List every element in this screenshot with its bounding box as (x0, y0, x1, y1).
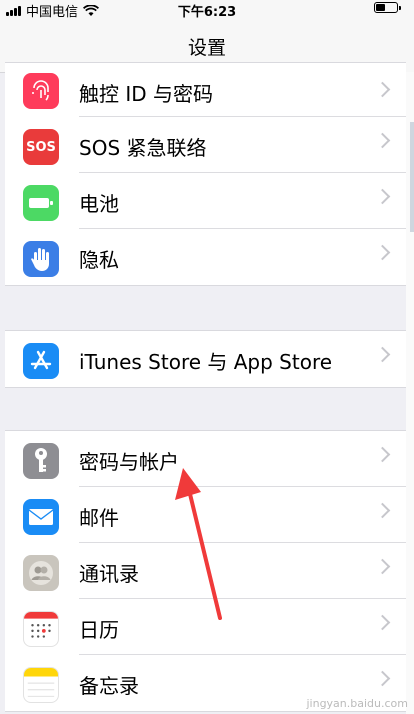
settings-row-sos[interactable]: SOS SOS 紧急联络 (5, 117, 406, 173)
settings-row-touch-id[interactable]: 触控 ID 与密码 (5, 63, 406, 117)
settings-group-accounts: 密码与帐户 邮件 通讯录 日历 备忘录 (5, 430, 406, 712)
hand-icon (23, 241, 59, 277)
chevron-right-icon (374, 346, 391, 363)
settings-group-store: iTunes Store 与 App Store (5, 330, 406, 388)
settings-row-mail[interactable]: 邮件 (5, 487, 406, 543)
chevron-right-icon (374, 558, 391, 575)
settings-row-battery[interactable]: 电池 (5, 173, 406, 229)
calendar-icon (23, 611, 59, 647)
settings-row-calendar[interactable]: 日历 (5, 599, 406, 655)
key-icon (23, 443, 59, 479)
battery-status-icon (374, 2, 401, 13)
settings-row-passwords-accounts[interactable]: 密码与帐户 (5, 431, 406, 487)
chevron-right-icon (374, 614, 391, 631)
chevron-right-icon (374, 670, 391, 687)
app-store-icon (23, 343, 59, 379)
right-edge-accent (410, 122, 414, 232)
contacts-icon (23, 555, 59, 591)
page-title: 设置 (187, 37, 226, 59)
settings-row-label: 邮件 (79, 506, 119, 530)
status-bar: 中国电信 下午6:23 (0, 0, 414, 20)
chevron-right-icon (374, 244, 391, 261)
chevron-right-icon (374, 188, 391, 205)
notes-icon (23, 667, 59, 703)
settings-row-label: 日历 (79, 618, 119, 642)
fingerprint-icon (23, 73, 59, 109)
sos-icon: SOS (23, 129, 59, 165)
settings-row-contacts[interactable]: 通讯录 (5, 543, 406, 599)
settings-row-label: 隐私 (79, 248, 119, 272)
settings-row-label: 备忘录 (79, 674, 139, 698)
settings-group-security: 触控 ID 与密码 SOS SOS 紧急联络 电池 隐私 (5, 62, 406, 286)
chevron-right-icon (374, 132, 391, 149)
settings-row-app-store[interactable]: iTunes Store 与 App Store (5, 331, 406, 387)
battery-icon (23, 185, 59, 221)
chevron-right-icon (374, 502, 391, 519)
right-edge-strip (406, 72, 414, 714)
settings-row-privacy[interactable]: 隐私 (5, 229, 406, 285)
settings-row-label: 密码与帐户 (79, 450, 179, 474)
sos-icon-text: SOS (26, 139, 56, 155)
chevron-right-icon (374, 446, 391, 463)
settings-row-label: 通讯录 (79, 562, 139, 586)
mail-icon (23, 499, 59, 535)
settings-row-label: 电池 (79, 192, 119, 216)
settings-row-label: iTunes Store 与 App Store (79, 350, 333, 374)
settings-row-label: SOS 紧急联络 (79, 136, 207, 160)
chevron-right-icon (374, 81, 391, 98)
settings-row-label: 触控 ID 与密码 (79, 82, 214, 106)
watermark: jingyan.baidu.com (306, 697, 408, 710)
